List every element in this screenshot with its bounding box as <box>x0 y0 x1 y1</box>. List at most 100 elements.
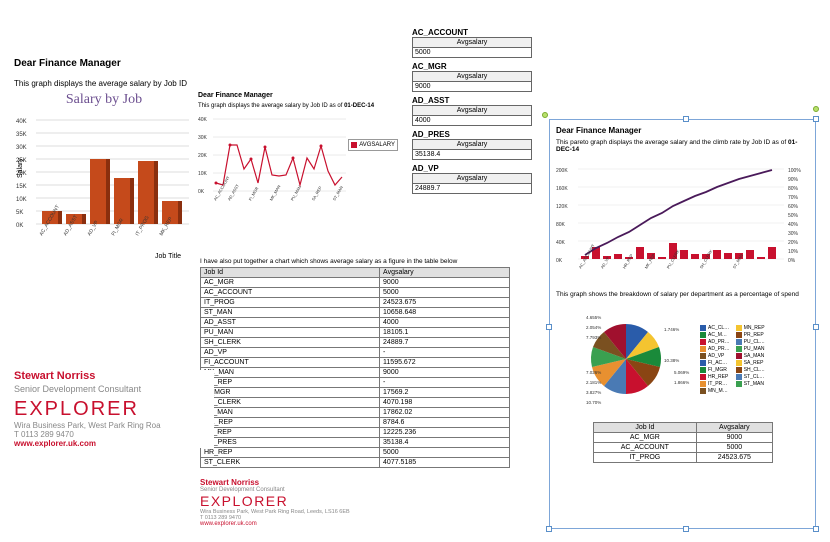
bar-chart-title: Salary by Job <box>14 92 194 108</box>
table-intro: I have also put together a chart which s… <box>200 258 510 265</box>
svg-text:AD_VP: AD_VP <box>87 219 101 237</box>
svg-text:7.026%: 7.026% <box>586 370 601 375</box>
svg-text:40K: 40K <box>556 240 566 246</box>
table-row: FI_MGR <box>201 388 380 398</box>
right-report-selected[interactable]: Dear Finance Manager This pareto graph d… <box>549 119 816 529</box>
svg-text:15K: 15K <box>16 184 27 190</box>
svg-text:0K: 0K <box>556 258 563 264</box>
col-avg: Avgsalary <box>380 268 510 278</box>
svg-text:30K: 30K <box>198 135 208 141</box>
ylabel: Salary <box>17 158 24 178</box>
line-date: 01-DEC-14 <box>344 103 374 109</box>
svg-text:10K: 10K <box>16 197 27 203</box>
svg-text:20K: 20K <box>198 153 208 159</box>
svg-text:200K: 200K <box>556 168 568 174</box>
logo: EXPLORER <box>14 398 214 421</box>
svg-text:10.38%: 10.38% <box>664 358 679 363</box>
table-row: MK_MAN <box>201 368 380 378</box>
line-chart-svg: 40K30K20K10K0K AC_ACCOUNT AD_ASST FI_MGR… <box>198 109 346 204</box>
table-row: AD_ASST <box>201 318 380 328</box>
line-legend: AVGSALARY <box>348 139 398 151</box>
line-greet: Dear Finance Manager <box>198 92 398 99</box>
selection-handle-icon[interactable] <box>542 112 548 118</box>
contact-name: Stewart Norriss <box>14 370 214 382</box>
col-jobid: Job Id <box>201 268 380 278</box>
svg-text:40K: 40K <box>16 119 27 125</box>
contact-block: Stewart Norriss Senior Development Consu… <box>14 370 214 448</box>
svg-text:AD_ASST: AD_ASST <box>227 183 241 202</box>
mini-tables: AC_ACCOUNT Avgsalary5000AC_MGR Avgsalary… <box>412 28 532 198</box>
svg-text:10%: 10% <box>788 249 799 255</box>
svg-text:0%: 0% <box>788 258 796 264</box>
intro-text: This graph displays the average salary b… <box>14 79 414 88</box>
table-row: PU_CLERK <box>201 398 380 408</box>
table-row: PR_REP <box>201 378 380 388</box>
table-row: FI_ACCOUNT <box>201 358 380 368</box>
svg-text:SA_REP: SA_REP <box>311 185 323 201</box>
right-greeting: Dear Finance Manager <box>556 126 809 135</box>
svg-text:AD_ASST: AD_ASST <box>63 214 80 237</box>
table-row: AD_VP <box>201 348 380 358</box>
svg-text:FI_MGR: FI_MGR <box>111 217 126 237</box>
svg-text:IT_PROG: IT_PROG <box>135 215 151 237</box>
svg-text:4.655%: 4.655% <box>586 315 601 320</box>
table-row: MK_REP <box>201 418 380 428</box>
svg-text:MK_REP: MK_REP <box>159 216 175 237</box>
pie-chart: 4.655% 2.054% 1.746% 7.793% 7.026% 10.38% 2.18… <box>556 304 696 414</box>
svg-text:160K: 160K <box>556 186 568 192</box>
table-row: ST_MAN <box>201 308 380 318</box>
table-row: IT_PROG <box>201 298 380 308</box>
svg-text:30K: 30K <box>16 145 27 151</box>
table-row: AD_PRES <box>201 438 380 448</box>
svg-text:2.181%: 2.181% <box>586 380 601 385</box>
table-row: PU_MAN <box>201 328 380 338</box>
svg-text:60%: 60% <box>788 204 799 210</box>
svg-text:30%: 30% <box>788 231 799 237</box>
contact-addr: Wira Business Park, West Park Ring Roa <box>14 421 214 430</box>
svg-text:2.054%: 2.054% <box>586 325 601 330</box>
contact-role: Senior Development Consultant <box>14 384 214 394</box>
bar-chart-svg: 40K35K30K 25K20K15K 10K5K0K <box>14 108 194 238</box>
svg-text:80K: 80K <box>556 222 566 228</box>
rotate-handle-icon[interactable] <box>813 106 819 112</box>
greeting: Dear Finance Manager <box>14 58 414 69</box>
table-row: HR_REP <box>201 448 380 458</box>
svg-text:MK_REP: MK_REP <box>644 252 657 269</box>
contact-web: www.explorer.uk.com <box>14 439 214 448</box>
svg-text:MK_MAN: MK_MAN <box>269 184 282 201</box>
svg-text:1.746%: 1.746% <box>664 327 679 332</box>
salary-table: Job IdAvgsalary AC_MGR9000AC_ACCOUNT5000… <box>200 267 510 468</box>
pie-legend: AC_CL…MN_REPAC_M…PR_REPAD_PR…PU_CL…AD_PR… <box>700 325 765 394</box>
xlabel: Job Title <box>155 253 181 260</box>
table-row: AC_MGR <box>201 278 380 288</box>
svg-text:0K: 0K <box>16 223 23 229</box>
svg-text:80%: 80% <box>788 186 799 192</box>
svg-text:5K: 5K <box>16 210 23 216</box>
table-row: SA_MAN <box>201 408 380 418</box>
svg-text:10K: 10K <box>198 171 208 177</box>
left-report: Dear Finance Manager This graph displays… <box>14 58 414 240</box>
pareto-chart: 200K160K120K80K40K0K 100%90%80%70%60%50%… <box>556 157 811 277</box>
svg-text:20%: 20% <box>788 240 799 246</box>
svg-text:3.827%: 3.827% <box>586 390 601 395</box>
line-chart-block: Dear Finance Manager This graph displays… <box>198 92 398 240</box>
svg-text:40K: 40K <box>198 117 208 123</box>
svg-text:HR_REP: HR_REP <box>622 253 635 270</box>
svg-text:7.793%: 7.793% <box>586 335 601 340</box>
svg-text:90%: 90% <box>788 177 799 183</box>
salary-table-block: I have also put together a chart which s… <box>200 258 510 468</box>
svg-text:1.866%: 1.866% <box>674 380 689 385</box>
svg-text:35K: 35K <box>16 132 27 138</box>
svg-text:120K: 120K <box>556 204 568 210</box>
svg-text:40%: 40% <box>788 222 799 228</box>
table-row: SH_CLERK <box>201 338 380 348</box>
svg-text:AD_VP: AD_VP <box>600 255 611 269</box>
svg-text:10.70%: 10.70% <box>586 400 601 405</box>
svg-text:0K: 0K <box>198 189 205 195</box>
svg-text:ST_MAN: ST_MAN <box>732 253 744 270</box>
right-table: Job IdAvgsalary AC_MGR9000AC_ACCOUNT5000… <box>593 422 773 463</box>
contact-block-small: Stewart Norriss Senior Development Consu… <box>200 478 460 527</box>
svg-text:70%: 70% <box>788 195 799 201</box>
pie-intro: This graph shows the breakdown of salary… <box>556 291 809 298</box>
table-row: SA_REP <box>201 428 380 438</box>
